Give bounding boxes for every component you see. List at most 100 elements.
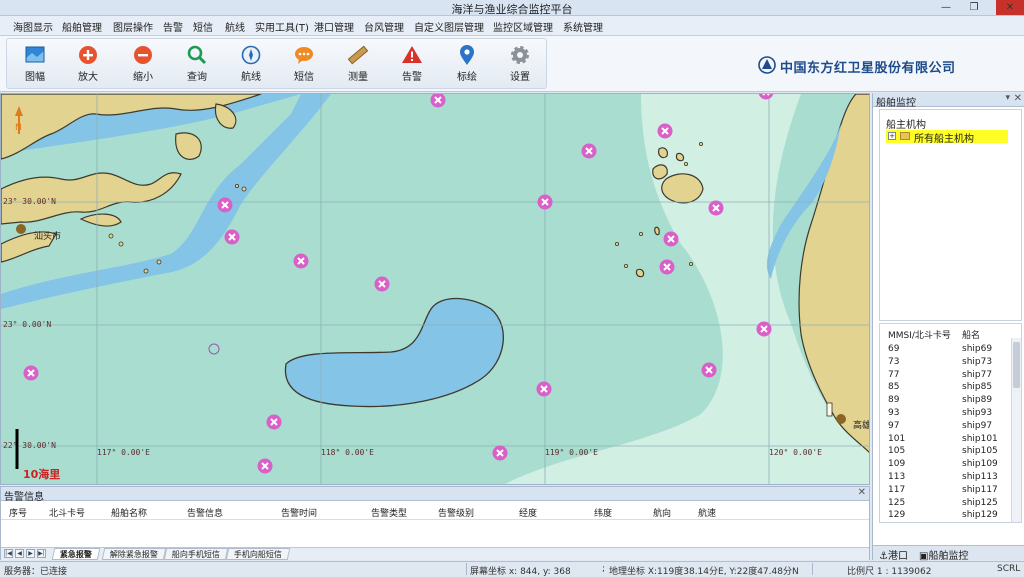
ship-marker-icon[interactable] xyxy=(224,229,240,245)
ship-mmsi: 73 xyxy=(888,356,900,367)
col-alarm-type[interactable]: 告警类型 xyxy=(371,506,407,519)
ship-marker-icon[interactable] xyxy=(659,259,675,275)
first-tab-icon[interactable]: |◀ xyxy=(4,549,13,558)
ship-marker-icon[interactable] xyxy=(266,414,282,430)
ship-marker-icon[interactable] xyxy=(756,321,772,337)
settings-button[interactable]: 设置 xyxy=(499,42,541,86)
owner-tree-item[interactable]: + 所有船主机构 xyxy=(886,130,1008,145)
chart-sheet-button[interactable]: 图幅 xyxy=(14,42,56,86)
alarm-close-icon[interactable]: ✕ xyxy=(858,487,866,498)
col-alarm-info[interactable]: 告警信息 xyxy=(187,506,223,519)
folder-icon xyxy=(900,132,910,140)
ship-row[interactable]: 117 ship117 xyxy=(880,485,1010,498)
ship-row[interactable]: 129 ship129 xyxy=(880,510,1010,522)
ship-marker-icon[interactable] xyxy=(257,458,273,474)
col-mmsi[interactable]: MMSI/北斗卡号 xyxy=(888,328,951,341)
menu-tools[interactable]: 实用工具(T) xyxy=(255,19,309,34)
col-alarm-time[interactable]: 告警时间 xyxy=(281,506,317,519)
menu-layer-operation[interactable]: 图层操作 xyxy=(113,19,153,34)
ship-marker-icon[interactable] xyxy=(708,200,724,216)
ship-rows: 69 ship69 73 ship73 77 ship77 85 ship85 89 ship89… xyxy=(880,344,1010,522)
ship-row[interactable]: 97 ship97 xyxy=(880,421,1010,434)
menu-typhoon-management[interactable]: 台风管理 xyxy=(364,19,404,34)
menu-custom-layer[interactable]: 自定义图层管理 xyxy=(414,19,484,34)
ship-marker-icon[interactable] xyxy=(536,381,552,397)
expand-icon[interactable]: + xyxy=(888,132,896,140)
pin-icon[interactable]: ▾ xyxy=(1005,93,1010,103)
tab-port[interactable]: ⚓港口 xyxy=(879,547,908,562)
chart-map[interactable]: 23° 30.00'N 23° 0.00'N 22° 30.00'N 117° … xyxy=(0,93,870,485)
scroll-lock-indicator: SCRL xyxy=(997,564,1021,574)
plot-button[interactable]: 标绘 xyxy=(446,42,488,86)
col-heading[interactable]: 航向 xyxy=(653,506,671,519)
ship-name: ship109 xyxy=(962,459,998,470)
panel-close-icon[interactable]: ✕ xyxy=(1014,93,1022,104)
ship-row[interactable]: 85 ship85 xyxy=(880,382,1010,395)
next-tab-icon[interactable]: ▶ xyxy=(26,549,35,558)
menu-chart-display[interactable]: 海图显示 xyxy=(13,19,53,34)
nautical-chart: 23° 30.00'N 23° 0.00'N 22° 30.00'N 117° … xyxy=(1,94,869,484)
tab-phone-to-ship-sms[interactable]: 手机向船短信 xyxy=(225,548,291,560)
maximize-button[interactable]: ❐ xyxy=(960,0,988,15)
menu-port-management[interactable]: 港口管理 xyxy=(314,19,354,34)
tab-emergency-alarm[interactable]: 紧急报警 xyxy=(51,548,101,560)
ship-marker-icon[interactable] xyxy=(663,231,679,247)
ship-marker-icon[interactable] xyxy=(293,253,309,269)
menu-sms[interactable]: 短信 xyxy=(193,19,213,34)
warning-button[interactable]: 告警 xyxy=(391,42,433,86)
ship-name: ship69 xyxy=(962,344,993,354)
ship-row[interactable]: 101 ship101 xyxy=(880,434,1010,447)
ship-marker-icon[interactable] xyxy=(537,194,553,210)
ship-row[interactable]: 89 ship89 xyxy=(880,395,1010,408)
ship-marker-icon[interactable] xyxy=(217,197,233,213)
ship-row[interactable]: 93 ship93 xyxy=(880,408,1010,421)
minimize-button[interactable]: — xyxy=(932,0,960,15)
status-separator xyxy=(466,563,467,575)
tab-ship-to-phone-sms[interactable]: 船向手机短信 xyxy=(163,548,229,560)
col-ship-name[interactable]: 船名 xyxy=(962,328,980,341)
last-tab-icon[interactable]: ▶| xyxy=(37,549,46,558)
col-beidou-card[interactable]: 北斗卡号 xyxy=(49,506,85,519)
tab-cancel-emergency[interactable]: 解除紧急报警 xyxy=(101,548,167,560)
tab-ship-monitor[interactable]: ▣船舶监控 xyxy=(919,547,968,562)
ship-row[interactable]: 113 ship113 xyxy=(880,472,1010,485)
close-button[interactable]: ✕ xyxy=(996,0,1024,15)
col-latitude[interactable]: 纬度 xyxy=(594,506,612,519)
prev-tab-icon[interactable]: ◀ xyxy=(15,549,24,558)
menu-route[interactable]: 航线 xyxy=(225,19,245,34)
menu-alarm[interactable]: 告警 xyxy=(163,19,183,34)
search-button[interactable]: 查询 xyxy=(176,42,218,86)
server-status: 服务器：已连接 xyxy=(4,567,68,577)
zoom-in-button[interactable]: 放大 xyxy=(67,42,109,86)
menu-ship-management[interactable]: 船舶管理 xyxy=(62,19,102,34)
ship-marker-icon[interactable] xyxy=(581,143,597,159)
col-longitude[interactable]: 经度 xyxy=(519,506,537,519)
ship-marker-icon[interactable] xyxy=(701,362,717,378)
ship-row[interactable]: 77 ship77 xyxy=(880,370,1010,383)
route-button[interactable]: 航线 xyxy=(230,42,272,86)
measure-button[interactable]: 测量 xyxy=(337,42,379,86)
ship-row[interactable]: 105 ship105 xyxy=(880,446,1010,459)
scrollbar-thumb[interactable] xyxy=(1013,342,1020,388)
message-button[interactable]: 短信 xyxy=(283,42,325,86)
ship-list-scrollbar[interactable] xyxy=(1011,338,1021,522)
ship-marker-icon[interactable] xyxy=(23,365,39,381)
zoom-in-icon xyxy=(79,46,97,64)
ship-marker-icon[interactable] xyxy=(374,276,390,292)
menu-system-management[interactable]: 系统管理 xyxy=(563,19,603,34)
city-marker-icon[interactable] xyxy=(16,224,26,234)
ship-row[interactable]: 125 ship125 xyxy=(880,498,1010,511)
zoom-out-button[interactable]: 缩小 xyxy=(122,42,164,86)
ship-marker-icon[interactable] xyxy=(657,123,673,139)
city-marker-icon[interactable] xyxy=(836,414,846,424)
menu-monitor-area[interactable]: 监控区域管理 xyxy=(493,19,553,34)
ship-marker-icon[interactable] xyxy=(492,445,508,461)
col-alarm-level[interactable]: 告警级别 xyxy=(438,506,474,519)
col-ship-name[interactable]: 船舶名称 xyxy=(111,506,147,519)
col-speed[interactable]: 航速 xyxy=(698,506,716,519)
col-index[interactable]: 序号 xyxy=(9,506,27,519)
ship-row[interactable]: 73 ship73 xyxy=(880,357,1010,370)
panel-title: 船舶监控 xyxy=(876,98,916,109)
ship-row[interactable]: 69 ship69 xyxy=(880,344,1010,357)
ship-row[interactable]: 109 ship109 xyxy=(880,459,1010,472)
